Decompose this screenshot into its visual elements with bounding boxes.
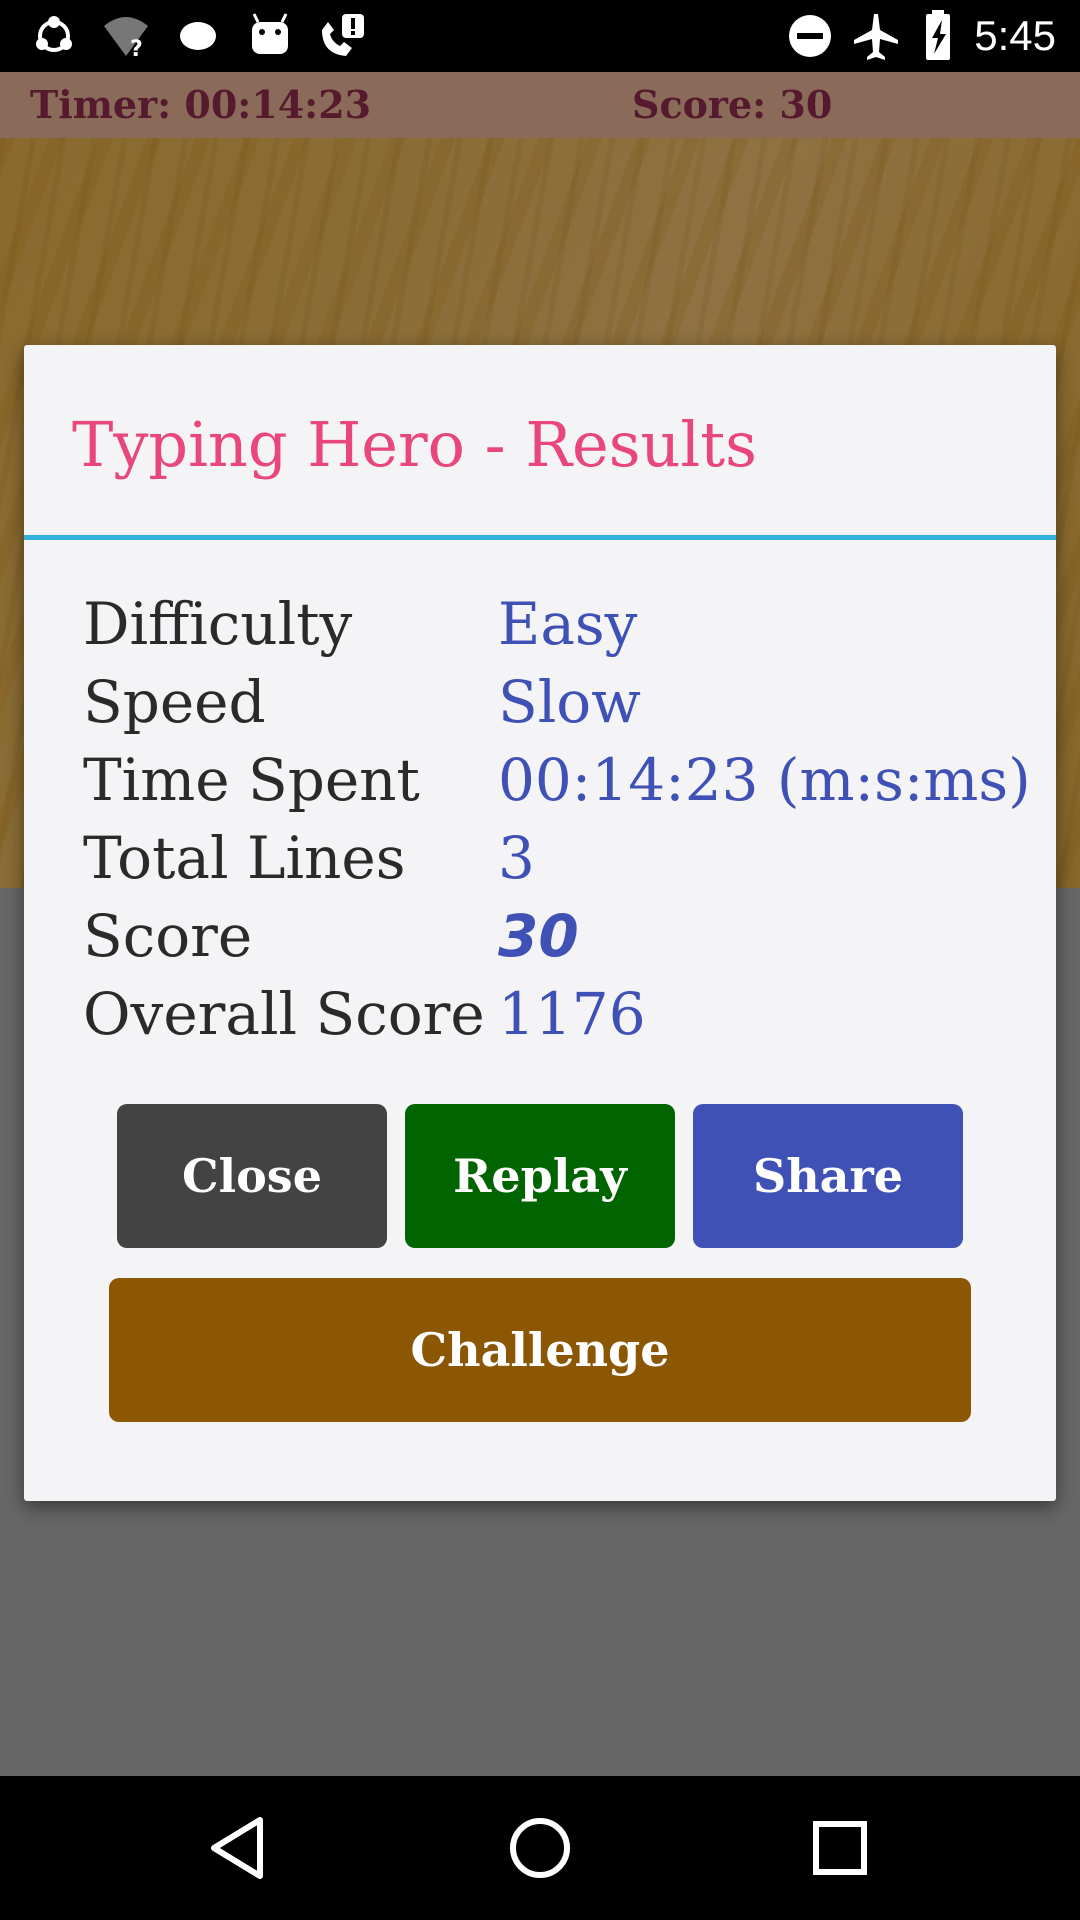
total-lines-label: Total Lines [83,824,406,892]
back-icon[interactable] [200,1808,280,1888]
close-button[interactable]: Close [117,1104,387,1248]
time-spent-label: Time Spent [83,746,420,814]
sync-icon [36,16,72,52]
overall-score-value: 1176 [498,980,646,1048]
result-row-difficulty: Difficulty Easy [83,585,1033,663]
share-button[interactable]: Share [693,1104,963,1248]
do-not-disturb-icon [789,15,831,57]
overall-score-label: Overall Score [83,980,485,1048]
result-row-speed: Speed Slow [83,663,1033,741]
challenge-button[interactable]: Challenge [109,1278,971,1422]
airplane-mode-icon [854,14,898,60]
timer-label: Timer: 00:14:23 [30,82,372,127]
wifi-question-icon: ? [104,17,148,62]
message-bubble-icon [180,22,216,50]
replay-button[interactable]: Replay [405,1104,675,1248]
phone-alert-icon [322,14,364,56]
total-lines-value: 3 [498,824,535,892]
difficulty-value: Easy [498,590,638,658]
home-icon[interactable] [500,1808,580,1888]
title-divider [24,535,1056,540]
score-row-label: Score [83,902,253,970]
time-spent-value: 00:14:23 (m:s:ms) [498,746,1031,814]
android-icon [252,13,288,54]
score-row-value: 30 [498,902,579,970]
result-row-score: Score 30 [83,897,1033,975]
score-label: Score: 30 [632,82,833,127]
results-dialog: Typing Hero - Results Difficulty Easy Sp… [24,345,1056,1501]
navigation-bar [0,1776,1080,1920]
results-table: Difficulty Easy Speed Slow Time Spent 00… [83,585,1033,1053]
status-bar: ? 5:45 [0,0,1080,72]
speed-value: Slow [498,668,641,736]
battery-charging-icon [926,10,950,60]
speed-label: Speed [83,668,266,736]
svg-text:?: ? [130,37,143,62]
game-header: Timer: 00:14:23 Score: 30 [0,72,1080,138]
result-row-total-lines: Total Lines 3 [83,819,1033,897]
result-row-time-spent: Time Spent 00:14:23 (m:s:ms) [83,741,1033,819]
dialog-title: Typing Hero - Results [72,408,757,481]
recents-icon[interactable] [800,1808,880,1888]
clock: 5:45 [974,12,1056,59]
difficulty-label: Difficulty [83,590,353,658]
result-row-overall-score: Overall Score 1176 [83,975,1033,1053]
